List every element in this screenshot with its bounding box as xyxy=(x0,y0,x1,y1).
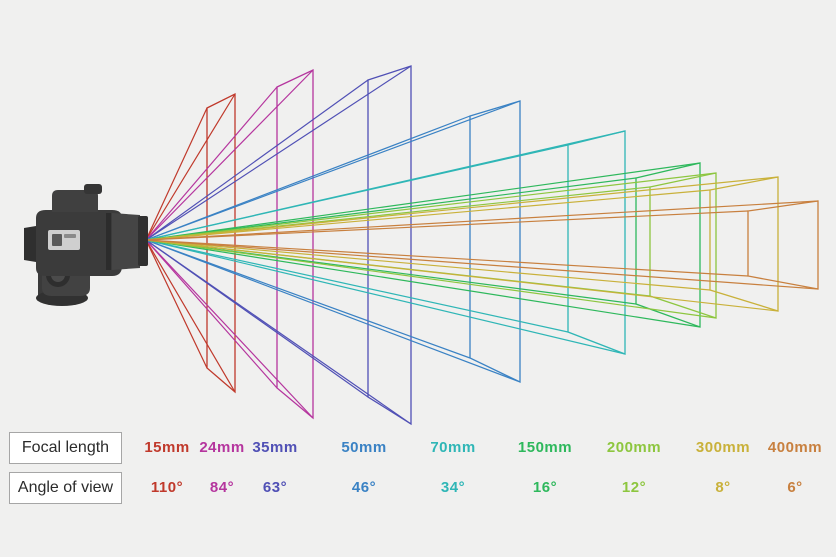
ray-far-bottom-150mm xyxy=(145,239,701,328)
angle-of-view-cell-400mm: 6° xyxy=(787,479,803,496)
ray-far-bottom-15mm xyxy=(145,239,236,393)
angle-of-view-cell-150mm: 16° xyxy=(532,479,558,496)
focal-length-cell-70mm: 70mm xyxy=(430,439,476,456)
lens-frame-300mm xyxy=(145,176,779,312)
frame-outline-70mm xyxy=(567,130,626,355)
frame-outline-24mm xyxy=(276,68,314,420)
camera-illustration xyxy=(24,184,148,306)
focal-length-row-label: Focal length xyxy=(9,432,122,464)
focal-length-cell-400mm: 400mm xyxy=(767,439,823,456)
angle-of-view-row: Angle of view 110° 84° 63° 46° 34° 16° 12° 8° 6° xyxy=(0,472,836,506)
angle-of-view-cell-200mm: 12° xyxy=(621,479,647,496)
camera-screen-detail xyxy=(52,234,62,246)
ray-far-top-70mm xyxy=(145,130,626,241)
camera-eyepiece xyxy=(24,226,36,262)
diagram-canvas: Focal length 15mm 24mm 35mm 50mm 70mm 150mm 20… xyxy=(0,0,836,557)
frame-outline-300mm xyxy=(709,176,779,312)
ray-far-top-50mm xyxy=(145,100,521,241)
angle-of-view-cell-15mm: 110° xyxy=(150,479,184,496)
ray-far-top-24mm xyxy=(145,69,314,241)
focal-length-cell-15mm: 15mm xyxy=(144,439,190,456)
lens-frame-50mm xyxy=(145,100,521,384)
ray-near-top-24mm xyxy=(145,86,278,241)
focal-length-cell-24mm: 24mm xyxy=(199,439,245,456)
lens-frame-400mm xyxy=(145,200,819,290)
camera-lens-barrel xyxy=(112,213,140,270)
camera-lens-front-ring xyxy=(138,216,148,266)
frame-outline-400mm xyxy=(747,200,819,290)
focal-length-cell-50mm: 50mm xyxy=(341,439,387,456)
focal-length-cell-35mm: 35mm xyxy=(252,439,298,456)
frame-outline-15mm xyxy=(206,92,236,394)
frame-outline-50mm xyxy=(469,100,521,384)
focal-length-cell-300mm: 300mm xyxy=(695,439,751,456)
ray-far-bottom-24mm xyxy=(145,239,314,419)
angle-of-view-cell-70mm: 34° xyxy=(440,479,466,496)
lens-frames-group xyxy=(145,65,819,426)
focal-length-cell-200mm: 200mm xyxy=(606,439,662,456)
camera-shutter-button xyxy=(84,184,102,194)
ray-near-bottom-400mm xyxy=(145,239,749,277)
angle-of-view-cell-24mm: 84° xyxy=(209,479,235,496)
ray-far-bottom-200mm xyxy=(145,239,717,319)
ray-near-top-400mm xyxy=(145,210,749,241)
angle-of-view-cell-35mm: 63° xyxy=(262,479,288,496)
ray-far-bottom-35mm xyxy=(145,239,412,425)
ray-near-bottom-70mm xyxy=(145,239,569,333)
ray-far-top-15mm xyxy=(145,93,236,241)
legend-table: Focal length 15mm 24mm 35mm 50mm 70mm 150mm 20… xyxy=(0,428,836,514)
angle-of-view-row-label: Angle of view xyxy=(9,472,122,504)
camera-screen-detail-2 xyxy=(64,234,76,238)
focal-length-cell-150mm: 150mm xyxy=(517,439,573,456)
angle-of-view-cell-300mm: 8° xyxy=(715,479,731,496)
focal-length-row: Focal length 15mm 24mm 35mm 50mm 70mm 150mm 20… xyxy=(0,432,836,466)
frame-outline-35mm xyxy=(367,65,412,426)
angle-of-view-cell-50mm: 46° xyxy=(351,479,377,496)
camera-lens-mount-ring xyxy=(106,213,111,270)
ray-near-bottom-24mm xyxy=(145,239,278,389)
ray-far-top-150mm xyxy=(145,162,701,241)
ray-far-top-200mm xyxy=(145,172,717,241)
